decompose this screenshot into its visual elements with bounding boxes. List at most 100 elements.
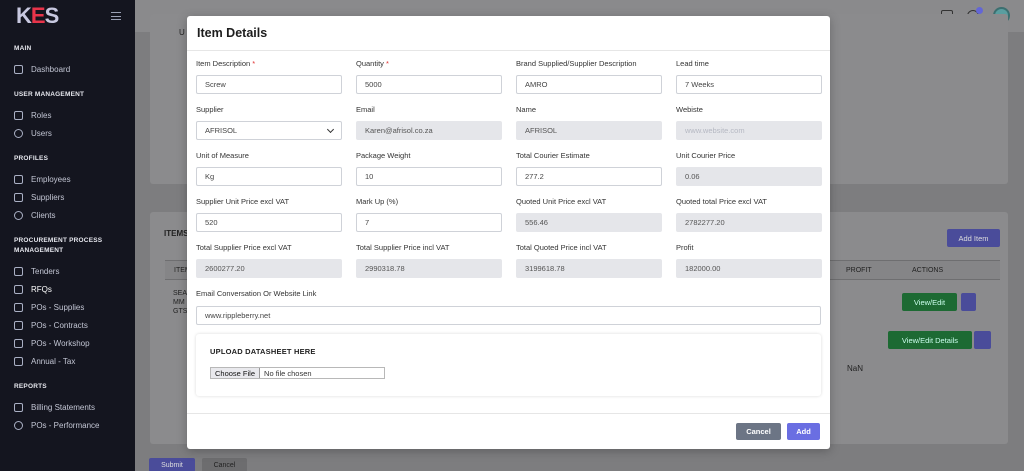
chevron-down-icon [326,125,335,133]
unit-courier-price-field: Unit Courier Price 0.06 [676,150,822,196]
field-value: 277.2 [525,172,544,181]
sidebar-item-dashboard[interactable]: Dashboard [14,60,135,78]
sidebar-item-label: Tenders [31,266,60,276]
sidebar-item-label: POs - Performance [31,420,100,430]
modal-cancel-button[interactable]: Cancel [736,423,781,440]
sidebar-item-users[interactable]: Users [14,124,135,142]
field-value: 2600277.20 [205,264,245,273]
sidebar-item-pos-performance[interactable]: POs - Performance [14,416,135,434]
sidebar-header: KES [0,0,135,32]
upload-title: UPLOAD DATASHEET HERE [210,347,316,356]
field-value: 7 Weeks [685,80,715,89]
total-supplier-price-excl-vat-field: Total Supplier Price excl VAT 2600277.20 [196,242,342,288]
field-value: Karen@afrisol.co.za [365,126,433,135]
supplier-unit-price-excl-vat-input[interactable]: 520 [196,213,342,232]
cancel-button[interactable]: Cancel [202,458,247,471]
email-field: Email Karen@afrisol.co.za [356,104,502,150]
sidebar-item-label: Roles [31,110,52,120]
sidebar-item-label: Dashboard [31,64,71,74]
quoted-unit-price-excl-vat-label: Quoted Unit Price excl VAT [516,196,662,208]
modal-title: Item Details [197,26,268,40]
menu-toggle-icon[interactable] [111,12,121,20]
sidebar-item-label: POs - Workshop [31,338,90,348]
lead-time-input[interactable]: 7 Weeks [676,75,822,94]
view-edit-details-button[interactable]: View/Edit Details [888,331,972,349]
sidebar-item-pos-contracts[interactable]: POs - Contracts [14,316,135,334]
sidebar-item-suppliers[interactable]: Suppliers [14,188,135,206]
sidebar-item-pos-workshop[interactable]: POs - Workshop [14,334,135,352]
link-field: Email Conversation Or Website Link www.r… [196,288,821,325]
submit-button[interactable]: Submit [149,458,195,471]
logo[interactable]: KES [16,3,59,29]
email-input: Karen@afrisol.co.za [356,121,502,140]
unit-of-measure-input[interactable]: Kg [196,167,342,186]
item-description-input[interactable]: Screw [196,75,342,94]
percent-icon [14,356,23,366]
total-courier-estimate-input[interactable]: 277.2 [516,167,662,186]
tenders-icon [14,266,23,276]
nav-section: USER MANAGEMENT Roles Users [0,90,135,142]
package-weight-input[interactable]: 10 [356,167,502,186]
field-label-text: Unit Courier Price [676,151,736,160]
table-row-item: SEA MM GTS [173,290,187,315]
brand-supplied-supplier-description-label: Brand Supplied/Supplier Description [516,58,662,70]
trash-icon[interactable] [961,293,976,311]
field-label-text: Mark Up (%) [356,197,399,206]
required-asterisk: * [250,59,256,68]
field-value: 3199618.78 [525,264,565,273]
trash-icon[interactable] [974,331,991,349]
nav-section: PROFILES Employees Suppliers Clients [0,154,135,224]
unit-of-measure-label: Unit of Measure [196,150,342,162]
sidebar-item-tenders[interactable]: Tenders [14,262,135,280]
field-label-text: Total Quoted Price incl VAT [516,243,607,252]
modal-body: Item Description * Screw Quantity * 5000 Bra… [187,51,830,396]
field-label-text: Brand Supplied/Supplier Description [516,59,637,68]
sidebar-item-annual-tax[interactable]: Annual - Tax [14,352,135,370]
total-supplier-price-incl-vat-input: 2990318.78 [356,259,502,278]
field-label-text: Lead time [676,59,709,68]
sidebar-item-billing-statements[interactable]: Billing Statements [14,398,135,416]
name-input: AFRISOL [516,121,662,140]
supplier-field: Supplier AFRISOL [196,104,342,150]
sidebar-item-label: Annual - Tax [31,356,76,366]
file-input[interactable]: Choose File No file chosen [210,367,385,379]
profit-input: 182000.00 [676,259,822,278]
profit-value: NaN [847,364,864,373]
choose-file-button[interactable]: Choose File [211,368,261,378]
sidebar-nav: MAIN Dashboard USER MANAGEMENT Roles Users PR… [0,44,135,434]
total-courier-estimate-field: Total Courier Estimate 277.2 [516,150,662,196]
mark-up-input[interactable]: 7 [356,213,502,232]
add-item-button[interactable]: Add Item [947,229,1000,247]
email-label: Email [356,104,502,116]
brand-supplied-supplier-description-input[interactable]: AMRO [516,75,662,94]
field-value: 7 [365,218,370,227]
sidebar-item-clients[interactable]: Clients [14,206,135,224]
supplier-unit-price-excl-vat-label: Supplier Unit Price excl VAT [196,196,342,208]
sidebar-item-rfqs[interactable]: RFQs [14,280,135,298]
item-fields-grid: Item Description * Screw Quantity * 5000 Bra… [196,58,822,288]
link-input[interactable]: www.rippleberry.net [196,306,821,325]
notification-badge [976,6,983,14]
roles-icon [14,110,23,120]
field-value: AFRISOL [525,126,558,135]
sidebar-item-pos-supplies[interactable]: POs - Supplies [14,298,135,316]
truck-icon [14,192,23,202]
field-label-text: Webiste [676,105,703,114]
total-supplier-price-incl-vat-label: Total Supplier Price incl VAT [356,242,502,254]
view-edit-button[interactable]: View/Edit [902,293,957,311]
field-value: AMRO [525,80,548,89]
nav-section-heading: USER MANAGEMENT [14,91,85,98]
sidebar-item-roles[interactable]: Roles [14,106,135,124]
supplier-unit-price-excl-vat-field: Supplier Unit Price excl VAT 520 [196,196,342,242]
item-description-field: Item Description * Screw [196,58,342,104]
modal-add-button[interactable]: Add [787,423,820,440]
item-description-label: Item Description * [196,58,342,70]
clipboard-icon [14,302,23,312]
supplier-select[interactable]: AFRISOL [196,121,342,140]
modal-header: Item Details [187,16,830,51]
quantity-input[interactable]: 5000 [356,75,502,94]
field-value: 520 [205,218,218,227]
sidebar-item-employees[interactable]: Employees [14,170,135,188]
total-supplier-price-excl-vat-input: 2600277.20 [196,259,342,278]
field-label-text: Total Supplier Price excl VAT [196,243,292,252]
